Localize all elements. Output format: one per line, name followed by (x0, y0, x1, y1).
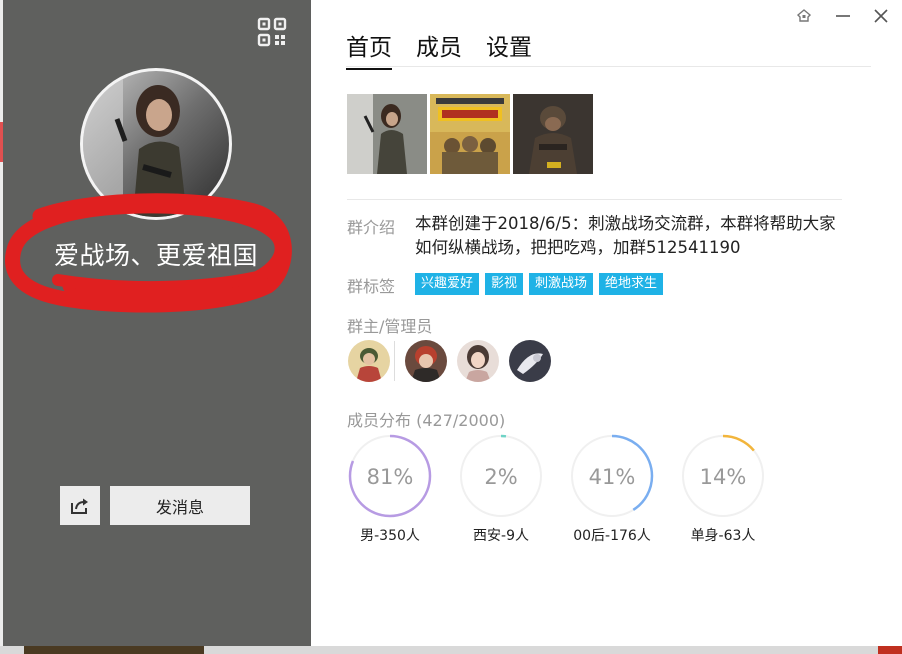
owner-avatar[interactable] (348, 340, 390, 382)
tab-settings[interactable]: 设置 (486, 28, 532, 70)
svg-text:2%: 2% (484, 465, 517, 489)
divider (347, 199, 842, 200)
group-photo[interactable] (430, 94, 510, 174)
admin-avatar[interactable] (457, 340, 499, 382)
tag-pubg-mobile[interactable]: 刺激战场 (529, 273, 594, 295)
tab-home[interactable]: 首页 (346, 28, 392, 70)
svg-text:41%: 41% (589, 465, 636, 489)
group-intro-text: 本群创建于2018/6/5：刺激战场交流群，本群将帮助大家如何纵横战场，把把吃鸡… (415, 214, 836, 257)
close-icon[interactable] (871, 6, 891, 26)
qr-code-icon[interactable] (256, 16, 288, 48)
tag-movies[interactable]: 影视 (485, 273, 524, 295)
svg-text:14%: 14% (700, 465, 747, 489)
intro-label: 群介绍 (347, 218, 396, 237)
tab-members[interactable]: 成员 (416, 28, 462, 70)
svg-text:81%: 81% (367, 465, 414, 489)
tag-interests[interactable]: 兴趣爱好 (415, 273, 480, 295)
pin-window-icon[interactable] (794, 6, 814, 26)
tag-list: 兴趣爱好 影视 刺激战场 绝地求生 (415, 273, 664, 295)
admin-avatar[interactable] (405, 340, 447, 382)
stat-xian: 2% 西安-9人 (459, 434, 543, 545)
stat-male: 81% 男-350人 (348, 434, 432, 545)
send-message-button[interactable]: 发消息 (110, 486, 250, 525)
member-count: (427/2000) (416, 411, 506, 430)
stat-post00: 41% 00后-176人 (570, 434, 654, 545)
admins-label: 群主/管理员 (347, 317, 433, 336)
divider (346, 66, 871, 67)
background-window-edge (0, 0, 3, 646)
tab-bar: 首页 成员 设置 (346, 28, 532, 70)
owner-separator (394, 341, 395, 381)
tag-pubg[interactable]: 绝地求生 (599, 273, 664, 295)
group-photo[interactable] (347, 94, 427, 174)
background-taskbar (0, 646, 902, 654)
admin-list (348, 340, 561, 382)
distribution-label: 成员分布 (427/2000) (347, 411, 506, 430)
share-icon (71, 498, 88, 514)
tags-label: 群标签 (347, 277, 396, 296)
admin-avatar[interactable] (509, 340, 551, 382)
minimize-icon[interactable] (833, 6, 853, 26)
group-profile-window: 爱战场、更爱祖国 发消息 首页 成员 设置 群介绍 本群创建于2018/6/5：… (0, 0, 902, 646)
group-photos (347, 94, 593, 174)
group-photo[interactable] (513, 94, 593, 174)
member-distribution: 81% 男-350人 2% 西安-9人 41% 00后-176人 14% 单身-… (348, 434, 765, 545)
share-button[interactable] (60, 486, 100, 525)
group-name: 爱战场、更爱祖国 (53, 241, 258, 270)
left-panel: 爱战场、更爱祖国 发消息 (0, 0, 311, 646)
stat-single: 14% 单身-63人 (681, 434, 765, 545)
